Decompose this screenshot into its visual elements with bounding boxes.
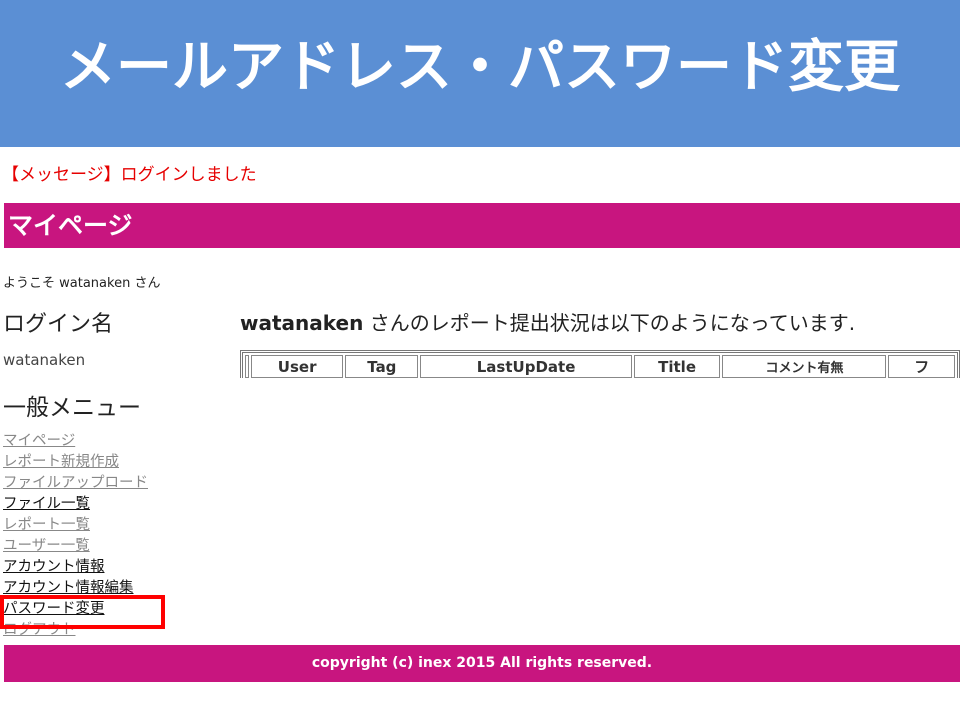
general-menu-heading: 一般メニュー [3, 395, 141, 421]
login-message: 【メッセージ】ログインしました [2, 165, 257, 185]
menu-link-file-list[interactable]: ファイル一覧 [3, 494, 233, 515]
column-header-title: Title [633, 355, 721, 378]
column-header-comment: コメント有無 [722, 355, 887, 378]
column-header-lastupdate: LastUpDate [420, 355, 632, 378]
welcome-user: watanaken [59, 276, 131, 291]
status-description: さんのレポート提出状況は以下のようになっています. [363, 311, 856, 335]
copyright-text: copyright (c) inex 2015 All rights reser… [311, 655, 653, 671]
column-header-file: フ [888, 355, 955, 378]
report-table-header-row: User Tag LastUpDate Title コメント有無 フ [245, 355, 955, 378]
report-status-text: watanaken さんのレポート提出状況は以下のようになっています. [240, 307, 855, 336]
slide-header: メールアドレス・パスワード変更 [0, 0, 960, 147]
slide-title: メールアドレス・パスワード変更 [60, 35, 900, 100]
menu-link-new-report[interactable]: レポート新規作成 [3, 452, 233, 473]
mypage-banner: マイページ [4, 203, 960, 248]
menu-link-user-list[interactable]: ユーザー一覧 [3, 536, 233, 557]
column-header-tag: Tag [345, 355, 419, 378]
login-name-value: watanaken [3, 351, 86, 369]
menu-link-report-list[interactable]: レポート一覧 [3, 515, 233, 536]
password-change-highlight [0, 595, 165, 629]
footer: copyright (c) inex 2015 All rights reser… [4, 645, 960, 682]
login-name-heading: ログイン名 [3, 312, 114, 337]
report-table-container: User Tag LastUpDate Title コメント有無 フ [240, 350, 960, 378]
welcome-prefix: ようこそ [3, 276, 60, 291]
status-user: watanaken [240, 311, 364, 335]
column-header-user: User [251, 355, 344, 378]
welcome-suffix: さん [130, 276, 161, 291]
report-table: User Tag LastUpDate Title コメント有無 フ [240, 350, 960, 378]
menu-link-account-info[interactable]: アカウント情報 [3, 557, 233, 578]
menu-link-mypage[interactable]: マイページ [3, 431, 233, 452]
mypage-title: マイページ [8, 211, 133, 240]
menu-link-file-upload[interactable]: ファイルアップロード [3, 473, 233, 494]
column-header-blank [245, 355, 249, 378]
welcome-text: ようこそ watanaken さん [3, 272, 160, 291]
